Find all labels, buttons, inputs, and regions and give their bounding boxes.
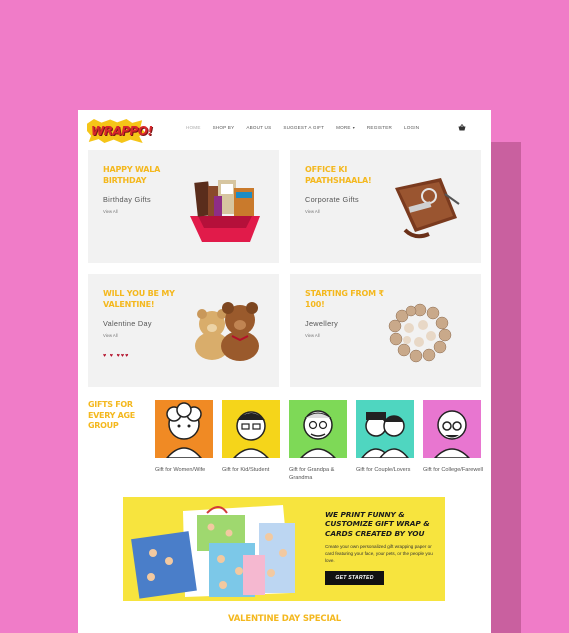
student-avatar-icon (433, 410, 471, 458)
nav-register[interactable]: Register (367, 125, 392, 130)
nav-shop-by[interactable]: Shop By (213, 125, 235, 130)
nav-more-label: More (336, 125, 351, 130)
site-header: WRAPPO! Home Shop By About Us Suggest A … (78, 110, 491, 148)
card-subtitle: Birthday Gifts (103, 195, 151, 204)
custom-wrap-banner: WE PRINT FUNNY & CUSTOMIZE GIFT WRAP & C… (123, 497, 445, 601)
teddy-bears-image (195, 302, 259, 361)
pearl-bracelet-image (388, 303, 452, 363)
category-card-birthday[interactable]: HAPPY WALA BIRTHDAY Birthday Gifts View … (88, 150, 279, 263)
category-card-jewellery[interactable]: STARTING FROM ₹ 100! Jewellery View All (290, 274, 481, 387)
chevron-down-icon: ▾ (352, 125, 355, 130)
logo-text: WRAPPO! (91, 124, 153, 138)
background-panel (490, 142, 521, 633)
view-all-link[interactable]: View All (103, 209, 118, 214)
nav-login[interactable]: Login (404, 125, 419, 130)
valentine-special-title: VALENTINE DAY SPECIAL (227, 614, 342, 624)
nav-home[interactable]: Home (186, 125, 201, 130)
gift-basket-image (190, 180, 260, 242)
leather-organizer-image (395, 178, 460, 239)
age-group-title: GIFTS FOR EVERY AGE GROUP (88, 400, 135, 430)
age-label-college[interactable]: Gift for College/Farewell (423, 466, 487, 474)
card-subtitle: Valentine Day (103, 319, 152, 328)
category-card-valentine[interactable]: WILL YOU BE MY VALENTINE! Valentine Day … (88, 274, 279, 387)
woman-avatar-icon (166, 402, 202, 458)
gift-wrap-image (131, 505, 295, 599)
card-subtitle: Jewellery (305, 319, 339, 328)
card-title: WILL YOU BE MY VALENTINE! (103, 289, 175, 309)
age-label-women[interactable]: Gift for Women/Wife (155, 466, 219, 474)
nav-about-us[interactable]: About Us (246, 125, 271, 130)
main-nav: Home Shop By About Us Suggest A Gift Mor… (186, 125, 431, 130)
age-tile-grandparents[interactable] (289, 400, 347, 458)
basket-icon[interactable] (458, 124, 466, 131)
get-started-button[interactable]: GET STARTED (325, 571, 384, 585)
hearts-decoration: ♥ ♥ ♥♥♥ (103, 353, 130, 359)
nav-more[interactable]: More ▾ (336, 125, 355, 130)
card-subtitle: Corporate Gifts (305, 195, 359, 204)
view-all-link[interactable]: View All (305, 333, 320, 338)
category-card-corporate[interactable]: OFFICE KI PAATHSHAALA! Corporate Gifts V… (290, 150, 481, 263)
view-all-link[interactable]: View All (103, 333, 118, 338)
card-title: STARTING FROM ₹ 100! (305, 289, 384, 309)
age-tile-kid[interactable] (222, 400, 280, 458)
banner-description: Create your own personalized gift wrappi… (325, 544, 433, 563)
couple-avatar-icon (361, 412, 409, 458)
card-title: OFFICE KI PAATHSHAALA! (305, 165, 372, 185)
age-tile-college[interactable] (423, 400, 481, 458)
age-label-kid[interactable]: Gift for Kid/Student (222, 466, 286, 474)
website-page: WRAPPO! Home Shop By About Us Suggest A … (78, 110, 491, 633)
age-label-couple[interactable]: Gift for Couple/Lovers (356, 466, 420, 474)
card-title: HAPPY WALA BIRTHDAY (103, 165, 161, 185)
nav-suggest-a-gift[interactable]: Suggest A Gift (283, 125, 324, 130)
kid-avatar-icon (232, 411, 270, 458)
wrappo-logo[interactable]: WRAPPO! (87, 119, 153, 143)
age-label-grandparents[interactable]: Gift for Grandpa & Grandma (289, 466, 353, 482)
view-all-link[interactable]: View All (305, 209, 320, 214)
age-tile-women[interactable] (155, 400, 213, 458)
age-tile-couple[interactable] (356, 400, 414, 458)
grandpa-avatar-icon (299, 410, 337, 458)
banner-headline: WE PRINT FUNNY & CUSTOMIZE GIFT WRAP & C… (325, 510, 430, 538)
